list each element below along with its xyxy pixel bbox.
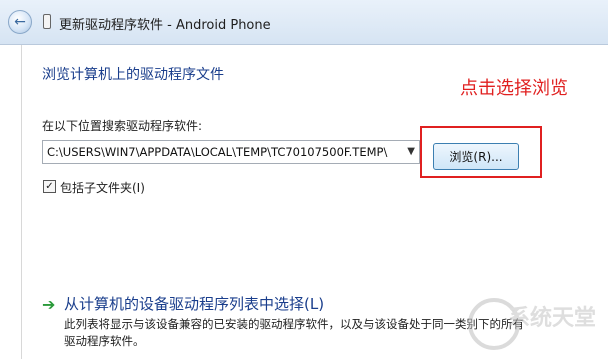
pick-from-list-description: 此列表将显示与该设备兼容的已安装的驱动程序软件，以及与该设备处于同一类别下的所有… <box>64 317 524 348</box>
site-watermark: 系统天堂 <box>468 292 598 354</box>
path-combobox[interactable]: C:\USERS\WIN7\APPDATA\LOCAL\TEMP\TC70107… <box>42 140 420 164</box>
path-value[interactable]: C:\USERS\WIN7\APPDATA\LOCAL\TEMP\TC70107… <box>47 145 397 159</box>
window-title: 更新驱动程序软件 - Android Phone <box>59 18 271 33</box>
page-heading: 浏览计算机上的驱动程序文件 <box>42 67 224 83</box>
browse-button[interactable]: 浏览(R)... <box>433 143 519 170</box>
watermark-text: 系统天堂 <box>508 306 597 331</box>
annotation-text: 点击选择浏览 <box>460 78 568 99</box>
search-location-label: 在以下位置搜索驱动程序软件: <box>42 119 203 133</box>
include-subfolders-label[interactable]: 包括子文件夹(I) <box>60 179 145 196</box>
phone-device-icon <box>43 14 51 29</box>
back-arrow-icon[interactable]: ← <box>8 10 32 34</box>
include-subfolders-checkbox[interactable]: ✓ <box>43 180 56 193</box>
chevron-down-icon[interactable]: ▼ <box>407 146 415 157</box>
green-arrow-icon[interactable]: ➔ <box>42 295 55 314</box>
title-bar: ← 更新驱动程序软件 - Android Phone <box>0 0 608 45</box>
pick-from-list-link[interactable]: 从计算机的设备驱动程序列表中选择(L) <box>64 293 324 314</box>
